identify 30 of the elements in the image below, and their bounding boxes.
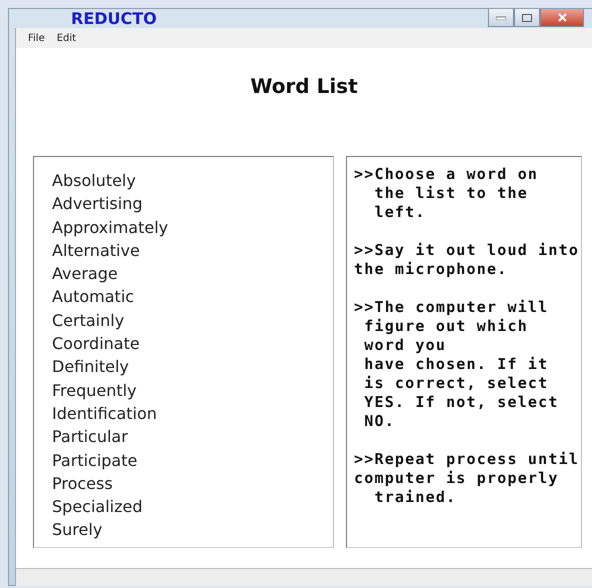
close-icon bbox=[558, 13, 566, 22]
word-list-item[interactable]: Participate bbox=[52, 448, 138, 472]
word-list-item[interactable]: Identification bbox=[52, 402, 157, 426]
word-list-item[interactable]: Advertising bbox=[52, 192, 143, 216]
instruction-text: >>The computer will figure out which word you have chosen. If it is correct, select YES. If not, select NO. bbox=[354, 298, 560, 431]
word-list-item[interactable]: Specialized bbox=[52, 495, 142, 518]
word-list-item[interactable]: Alternative bbox=[52, 238, 140, 262]
window-title: REDUCTO bbox=[71, 9, 157, 28]
word-list-item[interactable]: Particular bbox=[52, 425, 128, 449]
word-list-item[interactable]: Coordinate bbox=[52, 332, 140, 356]
word-list-item[interactable]: Automatic bbox=[52, 285, 134, 309]
maximize-button[interactable] bbox=[514, 9, 540, 27]
maximize-icon bbox=[522, 14, 532, 22]
word-list-item[interactable]: Certainly bbox=[52, 308, 124, 332]
word-list-item[interactable]: Absolutely bbox=[52, 169, 136, 192]
instruction-text: >>Repeat process until computer is properly trained. bbox=[354, 450, 580, 507]
menu-item[interactable]: Edit bbox=[56, 32, 76, 44]
menu-item[interactable]: File bbox=[28, 32, 45, 44]
word-list-item[interactable]: Definitely bbox=[52, 355, 129, 379]
word-list-item[interactable]: Process bbox=[52, 472, 113, 496]
minimize-button[interactable] bbox=[488, 9, 514, 27]
instruction-text: >>Say it out loud into the microphone. bbox=[354, 241, 580, 279]
word-list-item[interactable]: Approximately bbox=[52, 216, 168, 239]
word-list-item[interactable]: Frequently bbox=[52, 378, 137, 402]
word-list-item[interactable]: Surely bbox=[52, 518, 102, 542]
minimize-icon bbox=[496, 16, 506, 20]
close-button[interactable] bbox=[540, 9, 584, 27]
instruction-text: >>Choose a word on the list to the left. bbox=[354, 165, 540, 222]
heading: Word List bbox=[249, 74, 359, 100]
word-list-item[interactable]: Average bbox=[52, 262, 118, 286]
